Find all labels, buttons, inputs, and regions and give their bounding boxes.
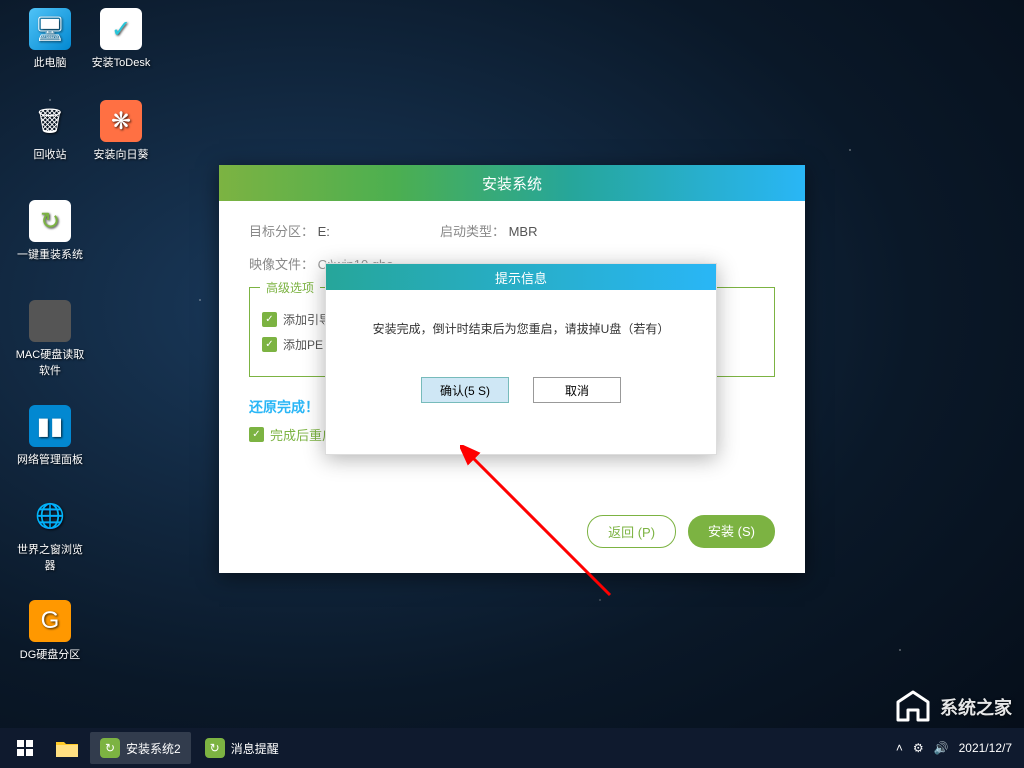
desktop-icon-label: MAC硬盘读取软件 [15, 346, 85, 378]
taskbar-task-install[interactable]: ↻ 安装系统2 [90, 732, 191, 764]
start-button[interactable] [4, 728, 46, 768]
watermark: 系统之家 [894, 690, 1012, 724]
desktop-icon[interactable]: ▮▮ 网络管理面板 [15, 405, 85, 467]
install-button[interactable]: 安装 (S) [688, 515, 775, 548]
app-icon: 🌐 [29, 495, 71, 537]
app-icon: G [29, 600, 71, 642]
app-icon: ↻ [100, 738, 120, 758]
app-icon: 🖥 [29, 8, 71, 50]
app-icon: ↻ [29, 200, 71, 242]
boot-value: MBR [509, 224, 538, 239]
desktop-icon[interactable]: ❋ 安装向日葵 [86, 100, 156, 162]
desktop-icon-label: 世界之窗浏览器 [15, 541, 85, 573]
confirm-button[interactable]: 确认(5 S) [421, 377, 509, 403]
cancel-button[interactable]: 取消 [533, 377, 621, 403]
tray-network-icon[interactable]: ⚙ [913, 741, 924, 755]
checkmark-icon: ✓ [249, 427, 264, 442]
desktop-icon-label: 安装向日葵 [94, 146, 149, 162]
dialog-title: 提示信息 [326, 264, 716, 290]
advanced-title: 高级选项 [260, 279, 320, 296]
boot-label: 启动类型： [440, 224, 505, 239]
desktop-icon[interactable]: 🗑 回收站 [15, 100, 85, 162]
desktop-icon-label: DG硬盘分区 [20, 646, 81, 662]
desktop-icon[interactable]: ↻ 一键重装系统 [15, 200, 85, 262]
taskbar-task-reminder[interactable]: ↻ 消息提醒 [195, 732, 289, 764]
app-icon: ▮▮ [29, 405, 71, 447]
desktop-icon-label: 一键重装系统 [17, 246, 83, 262]
confirm-dialog: 提示信息 安装完成，倒计时结束后为您重启，请拔掉U盘（若有） 确认(5 S) 取… [325, 263, 717, 455]
desktop-icon[interactable]: MAC硬盘读取软件 [15, 300, 85, 378]
app-icon: ❋ [100, 100, 142, 142]
desktop-icon[interactable]: G DG硬盘分区 [15, 600, 85, 662]
dialog-message: 安装完成，倒计时结束后为您重启，请拔掉U盘（若有） [346, 320, 696, 337]
desktop-icon-label: 网络管理面板 [17, 451, 83, 467]
tray-up-icon[interactable]: ˄ [896, 741, 903, 755]
taskbar-date[interactable]: 2021/12/7 [959, 741, 1012, 755]
image-label: 映像文件： [249, 257, 314, 272]
checkmark-icon: ✓ [262, 312, 277, 327]
target-value: E: [318, 224, 330, 239]
taskbar: ↻ 安装系统2 ↻ 消息提醒 ˄ ⚙ 🔊 2021/12/7 [0, 728, 1024, 768]
file-explorer-icon[interactable] [46, 728, 88, 768]
back-button[interactable]: 返回 (P) [587, 515, 676, 548]
desktop-icon-label: 安装ToDesk [92, 54, 151, 70]
tray-volume-icon[interactable]: 🔊 [934, 741, 949, 755]
desktop-icon[interactable]: 🌐 世界之窗浏览器 [15, 495, 85, 573]
app-icon: ↻ [205, 738, 225, 758]
desktop-icon[interactable]: 🖥 此电脑 [15, 8, 85, 70]
app-icon [29, 300, 71, 342]
desktop-icon-label: 此电脑 [34, 54, 67, 70]
desktop-icon[interactable]: ✓ 安装ToDesk [86, 8, 156, 70]
app-icon: ✓ [100, 8, 142, 50]
window-title: 安装系统 [219, 165, 805, 201]
desktop-icon-label: 回收站 [34, 146, 67, 162]
app-icon: 🗑 [29, 100, 71, 142]
checkmark-icon: ✓ [262, 337, 277, 352]
target-label: 目标分区： [249, 224, 314, 239]
